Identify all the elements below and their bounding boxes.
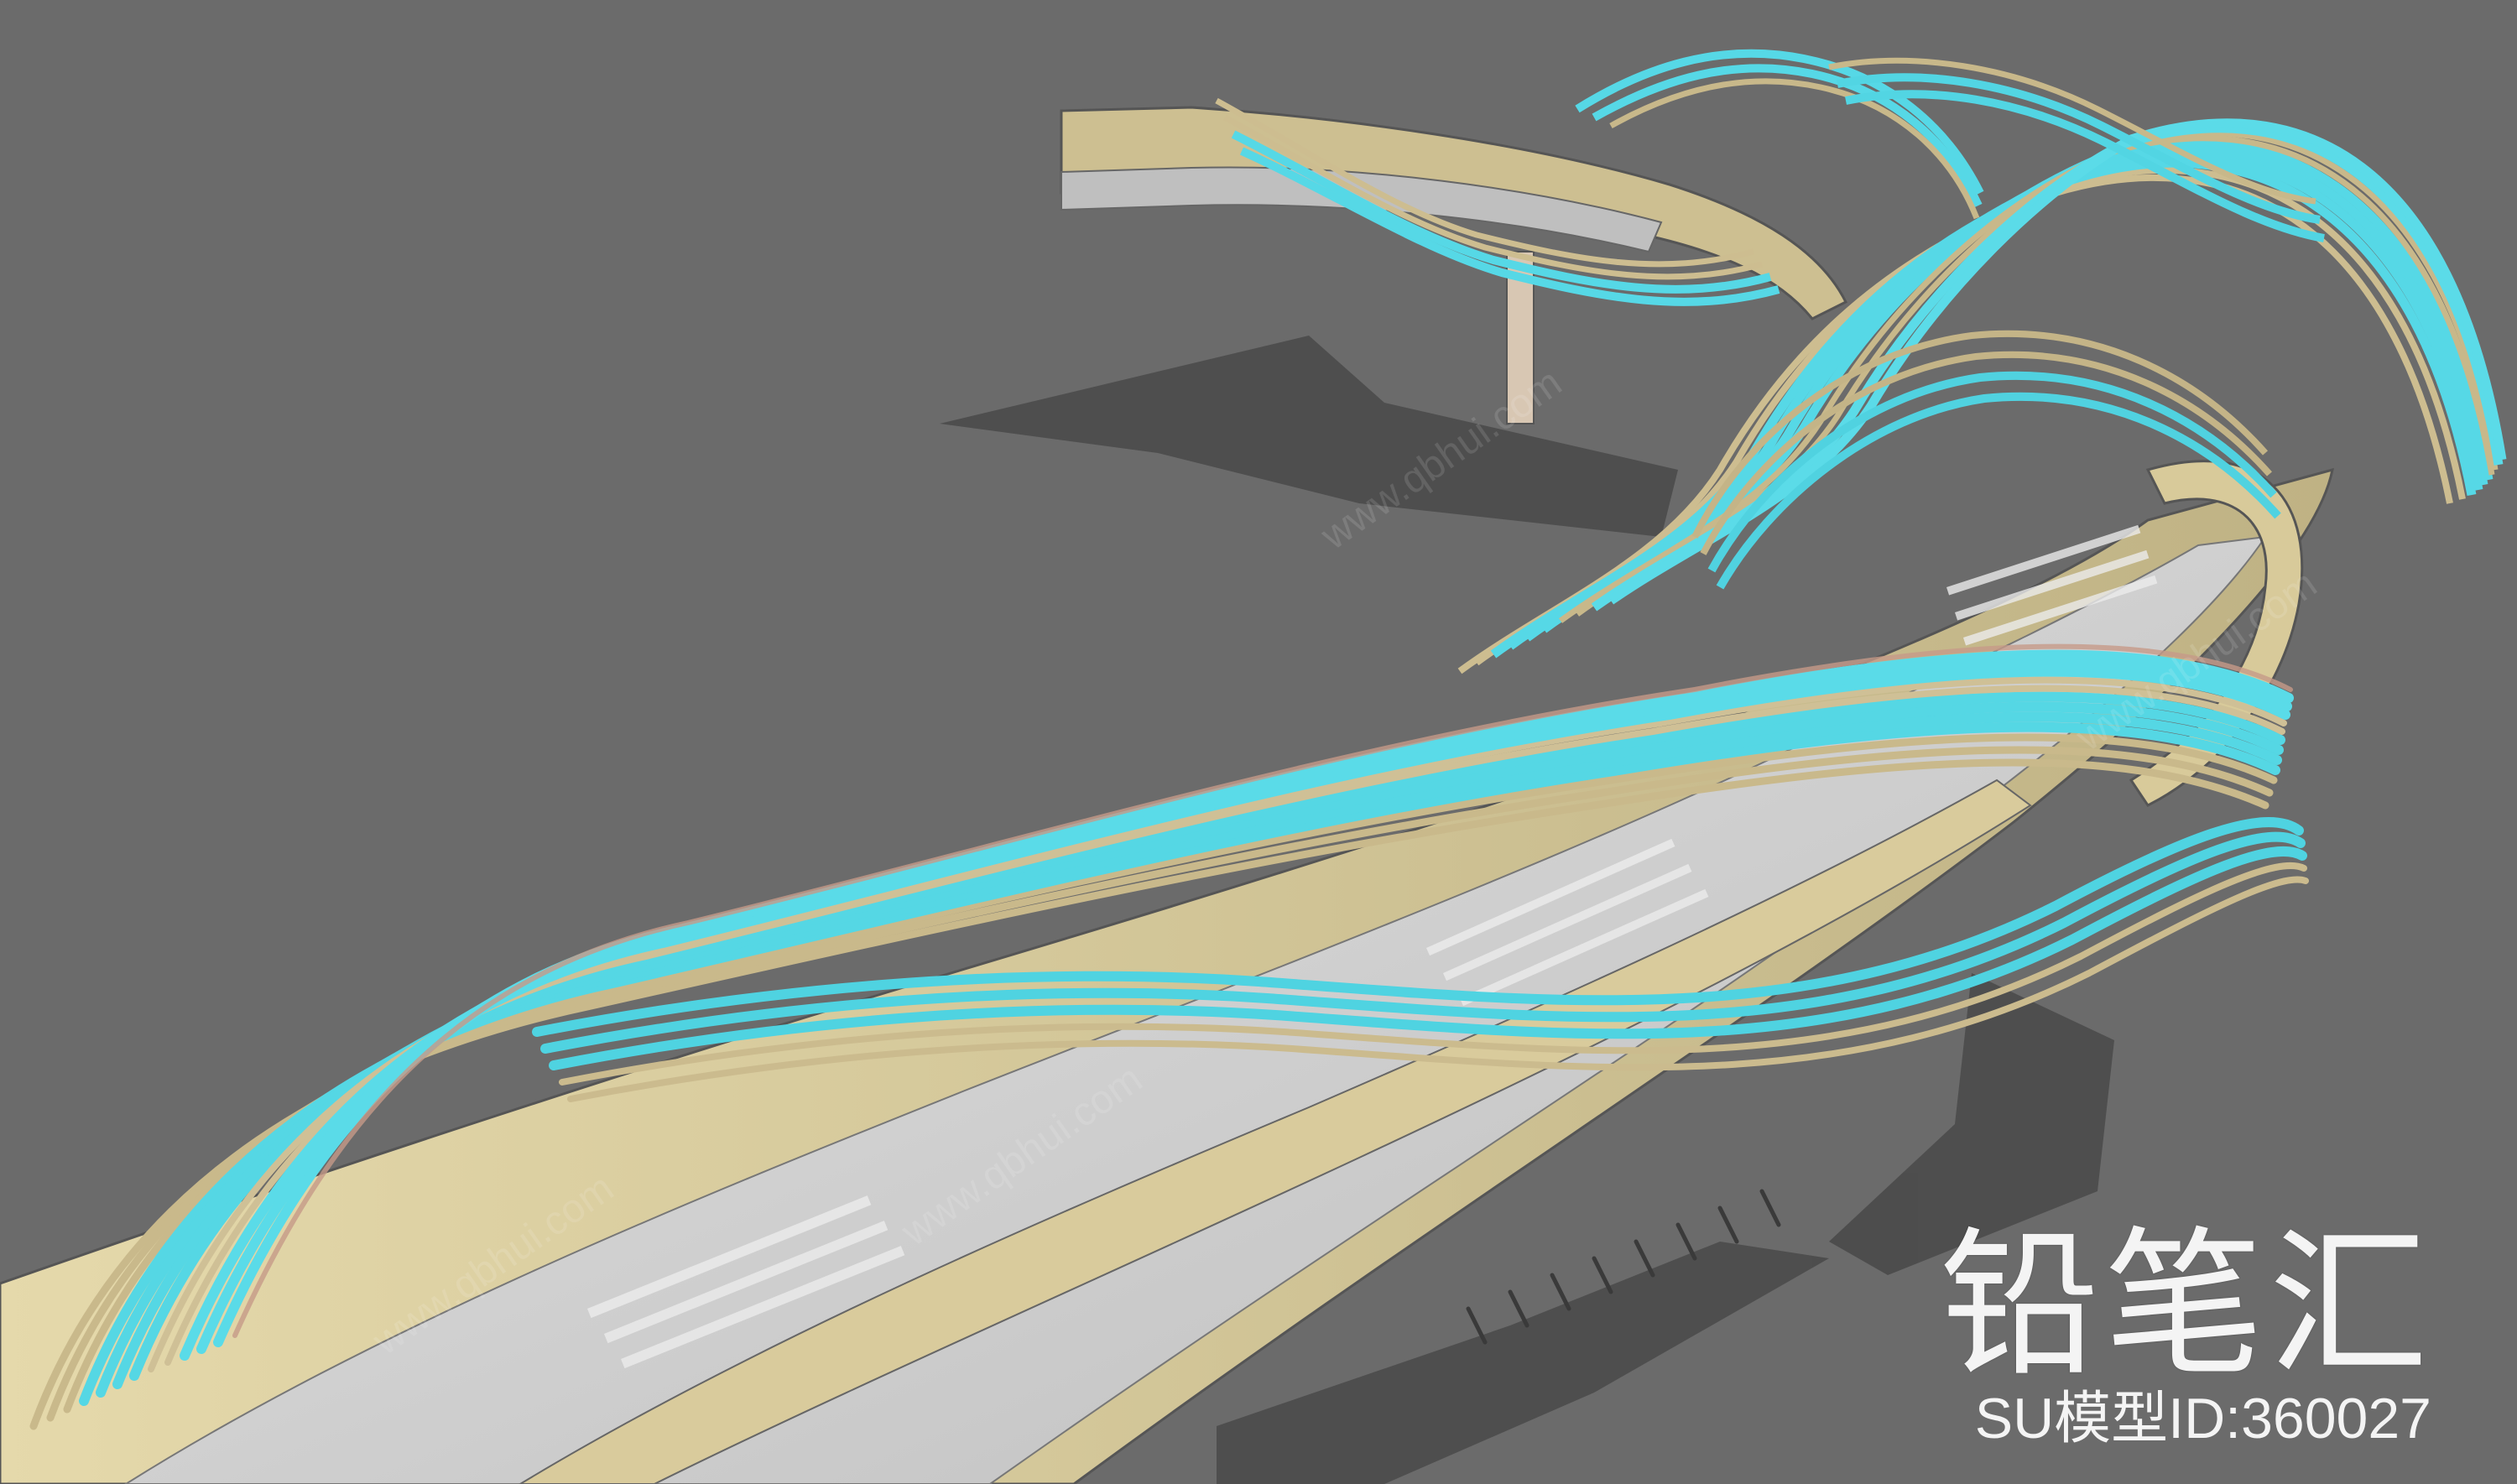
brand-watermark: 铅笔汇 [1939,1212,2433,1398]
model-id-label: SU模型ID:360027 [1974,1387,2431,1450]
